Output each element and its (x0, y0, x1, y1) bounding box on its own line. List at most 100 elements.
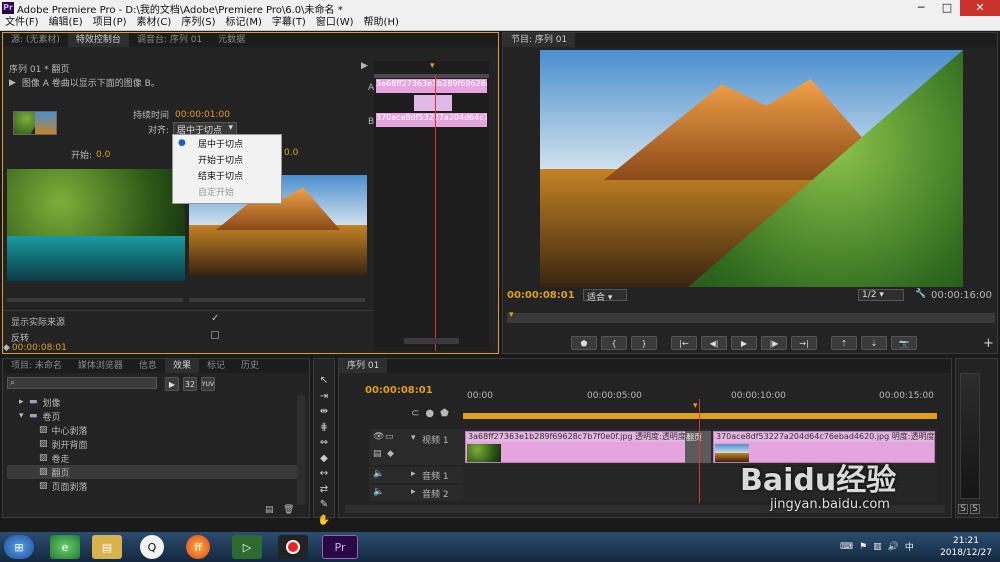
tree-folder-page-peel[interactable]: ▾ ▬ 卷页 (7, 409, 297, 423)
track-select-tool-icon[interactable]: ⇥ (314, 389, 334, 405)
selection-tool-icon[interactable]: ↖ (314, 373, 334, 389)
reverse-checkbox[interactable] (211, 331, 219, 339)
tab-audio-mixer[interactable]: 调音台: 序列 01 (129, 33, 210, 47)
slip-tool-icon[interactable]: ↔ (314, 466, 334, 482)
tree-folder-wipe[interactable]: ▸ ▬ 划像 (7, 395, 297, 409)
transition-page-turn[interactable]: 翻页 (685, 431, 711, 463)
expand-arrow-icon[interactable]: ▸ (411, 487, 416, 497)
go-to-in-button[interactable]: |← (671, 336, 697, 350)
tree-item-page-turn[interactable]: ▨ 翻页 (7, 465, 297, 479)
solo-right-button[interactable]: S (970, 504, 980, 514)
tab-history[interactable]: 历史 (233, 359, 267, 373)
play-button[interactable]: ▶ (731, 336, 757, 350)
delete-icon[interactable]: 🗑 (283, 505, 294, 515)
snap-icon[interactable]: ⊂ (411, 408, 419, 419)
step-back-button[interactable]: ◀| (701, 336, 727, 350)
video-clip-1[interactable]: 3a68ff27363e1b289f69628c7b7f0e0f.jpg 透明度… (465, 431, 699, 463)
lift-button[interactable]: ⇡ (831, 336, 857, 350)
tab-info[interactable]: 信息 (131, 359, 165, 373)
new-bin-icon[interactable]: ▤ (265, 505, 274, 515)
export-frame-button[interactable]: 📷 (891, 336, 917, 350)
file-explorer-icon[interactable]: ▤ (92, 535, 122, 559)
32bit-effects-badge[interactable]: 32 (183, 377, 197, 391)
rolling-edit-tool-icon[interactable]: ⋕ (314, 420, 334, 436)
keyboard-icon[interactable]: ⌨ (840, 542, 853, 552)
menu-help[interactable]: 帮助(H) (359, 16, 404, 30)
mark-out-button[interactable]: } (631, 336, 657, 350)
eye-icon[interactable]: 👁 (373, 432, 384, 442)
start-button[interactable]: ⊞ (4, 535, 34, 559)
mark-in-button[interactable]: { (601, 336, 627, 350)
start-value[interactable]: 0.0 (96, 150, 110, 160)
tree-item-page-peel[interactable]: ▨ 页面剥落 (7, 479, 297, 493)
menu-edit[interactable]: 编辑(E) (44, 16, 88, 30)
ripple-edit-tool-icon[interactable]: ⇹ (314, 404, 334, 420)
rate-stretch-tool-icon[interactable]: ⇔ (314, 435, 334, 451)
program-timecode[interactable]: 00:00:08:01 (507, 290, 575, 301)
scale-select[interactable]: 1/2 ▾ (858, 289, 904, 301)
dropdown-item-end[interactable]: 结束于切点 (173, 167, 281, 183)
tree-item-center-peel[interactable]: ▨ 中心剥落 (7, 423, 297, 437)
display-style-icon[interactable]: ▤ (373, 449, 382, 459)
menu-title[interactable]: 字幕(T) (267, 16, 311, 30)
preview-b-slider[interactable] (189, 298, 365, 302)
lock-icon[interactable]: ▭ (385, 432, 394, 442)
tree-item-roll-away[interactable]: ▨ 卷走 (7, 451, 297, 465)
accelerated-effects-icon[interactable]: ▶ (165, 377, 179, 391)
show-actual-source-checkbox[interactable]: ✓ (211, 313, 219, 324)
tab-media-browser[interactable]: 媒体浏览器 (70, 359, 131, 373)
timeline-timecode[interactable]: 00:00:08:01 (365, 385, 433, 396)
tab-project[interactable]: 项目: 未命名 (3, 359, 70, 373)
duration-value[interactable]: 00:00:01:00 (175, 110, 230, 120)
menu-project[interactable]: 项目(P) (88, 16, 132, 30)
end-value[interactable]: 0.0 (284, 148, 298, 158)
flag-icon[interactable]: ⚑ (859, 542, 867, 552)
menu-clip[interactable]: 素材(C) (132, 16, 177, 30)
tab-sequence-01[interactable]: 序列 01 (339, 359, 388, 373)
ime-icon[interactable]: 中 (905, 540, 914, 553)
network-icon[interactable]: ▥ (873, 542, 882, 552)
pen-tool-icon[interactable]: ✎ (314, 497, 334, 513)
menu-sequence[interactable]: 序列(S) (176, 16, 220, 30)
hand-tool-icon[interactable]: ✋ (314, 513, 334, 529)
tree-item-peel-back[interactable]: ▨ 剥开背面 (7, 437, 297, 451)
close-button[interactable]: ✕ (960, 0, 1000, 16)
expand-arrow-icon[interactable]: ▶ (361, 61, 368, 71)
keyframe-nav-icon[interactable]: ◆ (387, 449, 394, 459)
effects-search-input[interactable]: ⌕ (7, 377, 157, 389)
menu-marker[interactable]: 标记(M) (220, 16, 266, 30)
tab-effect-controls[interactable]: 特效控制台 (67, 33, 129, 47)
slide-tool-icon[interactable]: ⇄ (314, 482, 334, 498)
dropdown-item-center[interactable]: ● 居中于切点 (173, 135, 281, 151)
timeline-ruler[interactable]: 00:00 00:00:05:00 00:00:10:00 00:00:15:0… (463, 381, 937, 423)
fit-select[interactable]: 适合 ▾ (583, 289, 627, 303)
go-to-out-button[interactable]: →| (791, 336, 817, 350)
add-marker-button[interactable]: ⬟ (571, 336, 597, 350)
yuv-effects-badge[interactable]: YUV (201, 377, 215, 391)
system-clock[interactable]: 21:21 2018/12/27 (938, 535, 994, 559)
tab-effects[interactable]: 效果 (164, 359, 199, 373)
razor-tool-icon[interactable]: ◆ (314, 451, 334, 467)
menu-window[interactable]: 窗口(W) (311, 16, 359, 30)
work-area-bar[interactable] (463, 413, 937, 419)
preview-a-slider[interactable] (7, 298, 183, 302)
tab-source[interactable]: 源: (无素材) (3, 33, 68, 47)
menu-file[interactable]: 文件(F) (0, 16, 44, 30)
effect-timecode[interactable]: 00:00:08:01 (12, 343, 67, 353)
step-forward-button[interactable]: |▶ (761, 336, 787, 350)
add-marker-icon[interactable]: ● (425, 408, 434, 419)
premiere-pro-taskbar-icon[interactable]: Pr (322, 535, 358, 559)
program-scrubber[interactable]: ▾ (507, 310, 995, 323)
qq-icon[interactable]: Q (140, 535, 164, 559)
play-transition-icon[interactable]: ▶ (9, 78, 16, 88)
effects-scrollbar[interactable] (297, 395, 305, 505)
mini-scrollbar[interactable] (404, 338, 459, 344)
speaker-icon[interactable]: 🔈 (373, 487, 384, 497)
firefox-icon[interactable]: ff (186, 535, 210, 559)
extract-button[interactable]: ⇣ (861, 336, 887, 350)
browser-360-icon[interactable]: e (50, 535, 80, 559)
marker-icon[interactable]: ⬟ (440, 408, 449, 419)
solo-left-button[interactable]: S (958, 504, 968, 514)
maximize-button[interactable]: □ (934, 0, 960, 16)
wrench-icon[interactable]: 🔧 (915, 289, 926, 299)
